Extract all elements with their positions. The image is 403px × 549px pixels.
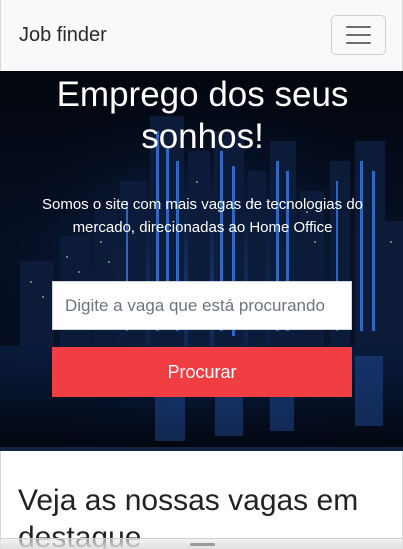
hero-title: Emprego dos seus sonhos! [56, 75, 349, 156]
search-button[interactable]: Procurar [52, 347, 352, 397]
job-search-input[interactable] [52, 281, 352, 330]
featured-jobs-section: Veja as nossas vagas em destaque [0, 451, 403, 549]
hero-subtitle: Somos o site com mais vagas de tecnologi… [42, 196, 363, 236]
page: Job finder Emprego dos seus sonhos! Somo… [0, 0, 403, 549]
bottom-scroll-handle[interactable] [0, 538, 403, 549]
navbar-toggle-button[interactable] [331, 15, 386, 55]
brand-link[interactable]: Job finder [19, 22, 107, 48]
hero-section: Emprego dos seus sonhos! Somos o site co… [0, 71, 403, 447]
grip-icon [190, 543, 215, 546]
navbar: Job finder [0, 0, 403, 71]
